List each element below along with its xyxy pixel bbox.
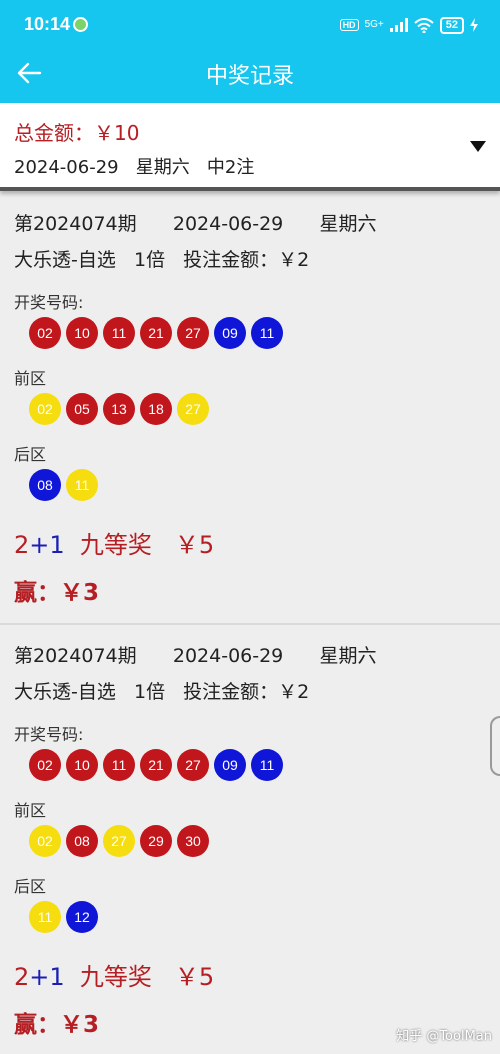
- status-time: 10:14: [24, 14, 71, 34]
- number-ball: 21: [140, 749, 172, 781]
- number-ball: 11: [251, 749, 283, 781]
- record-card: 第2024074期 2024-06-29 星期六 大乐透-自选 1倍 投注金额：…: [0, 627, 500, 1054]
- match-front: 2: [14, 531, 30, 559]
- number-ball: 11: [103, 749, 135, 781]
- number-ball: 11: [251, 317, 283, 349]
- front-zone-label: 前区: [14, 801, 47, 820]
- match-back: 1: [49, 963, 65, 991]
- draw-numbers-label: 开奖号码:: [14, 725, 84, 744]
- number-ball: 02: [29, 393, 61, 425]
- back-zone-label: 后区: [14, 445, 47, 464]
- prize-text: 九等奖 ￥5: [64, 531, 215, 559]
- number-ball: 09: [214, 317, 246, 349]
- number-ball: 27: [177, 393, 209, 425]
- number-ball: 27: [103, 825, 135, 857]
- number-ball: 10: [66, 749, 98, 781]
- front-numbers: 02 05 13 18 27: [29, 393, 209, 425]
- number-ball: 11: [29, 901, 61, 933]
- number-ball: 10: [66, 317, 98, 349]
- number-ball: 02: [29, 749, 61, 781]
- number-ball: 11: [103, 317, 135, 349]
- watermark: 知乎 @ToolMan: [396, 1029, 492, 1044]
- number-ball: 05: [66, 393, 98, 425]
- number-ball: 18: [140, 393, 172, 425]
- win-amount: 赢：￥3: [14, 1012, 100, 1038]
- match-plus: +: [29, 963, 50, 991]
- summary-date: 2024-06-29 星期六 中2注: [14, 157, 255, 178]
- number-ball: 02: [29, 825, 61, 857]
- draw-numbers: 02 10 11 21 27 09 11: [29, 749, 283, 781]
- back-numbers: 08 11: [29, 469, 98, 501]
- front-zone-label: 前区: [14, 369, 47, 388]
- number-ball: 08: [66, 825, 98, 857]
- record-detail: 大乐透-自选 1倍 投注金额：￥2: [14, 249, 310, 271]
- number-ball: 12: [66, 901, 98, 933]
- status-icons: HD 5G+ 52: [339, 15, 478, 35]
- dropdown-arrow-icon[interactable]: [470, 141, 486, 152]
- back-zone-label: 后区: [14, 877, 47, 896]
- match-front: 2: [14, 963, 30, 991]
- notification-icon: [73, 17, 88, 32]
- signal-label: 5G+: [364, 19, 384, 30]
- front-numbers: 02 08 27 29 30: [29, 825, 209, 857]
- number-ball: 30: [177, 825, 209, 857]
- app-header: 10:14 HD 5G+ 52 中奖记录: [0, 0, 500, 103]
- number-ball: 21: [140, 317, 172, 349]
- record-card: 第2024074期 2024-06-29 星期六 大乐透-自选 1倍 投注金额：…: [0, 195, 500, 623]
- number-ball: 29: [140, 825, 172, 857]
- draw-numbers-label: 开奖号码:: [14, 293, 84, 312]
- edge-scroll-handle[interactable]: [490, 716, 500, 776]
- number-ball: 09: [214, 749, 246, 781]
- record-header: 第2024074期 2024-06-29 星期六: [14, 213, 377, 235]
- win-amount: 赢：￥3: [14, 580, 100, 606]
- summary-panel[interactable]: 总金额：￥10 2024-06-29 星期六 中2注: [0, 103, 500, 191]
- record-header: 第2024074期 2024-06-29 星期六: [14, 645, 377, 667]
- match-back: 1: [49, 531, 65, 559]
- battery-icon: 52: [439, 16, 464, 34]
- draw-numbers: 02 10 11 21 27 09 11: [29, 317, 283, 349]
- match-plus: +: [29, 531, 50, 559]
- page-title: 中奖记录: [205, 64, 294, 89]
- number-ball: 08: [29, 469, 61, 501]
- number-ball: 02: [29, 317, 61, 349]
- charging-icon: [470, 18, 478, 32]
- signal-bars-icon: [389, 18, 408, 32]
- number-ball: 27: [177, 749, 209, 781]
- prize-line: 2+1 九等奖 ￥5: [14, 525, 214, 560]
- number-ball: 27: [177, 317, 209, 349]
- back-numbers: 11 12: [29, 901, 98, 933]
- record-detail: 大乐透-自选 1倍 投注金额：￥2: [14, 681, 310, 703]
- prize-line: 2+1 九等奖 ￥5: [14, 957, 214, 992]
- prize-text: 九等奖 ￥5: [64, 963, 215, 991]
- wifi-icon: [414, 17, 434, 33]
- total-amount: 总金额：￥10: [14, 121, 140, 145]
- hd-badge: HD: [339, 19, 359, 31]
- number-ball: 13: [103, 393, 135, 425]
- number-ball: 11: [66, 469, 98, 501]
- record-divider: [0, 623, 500, 625]
